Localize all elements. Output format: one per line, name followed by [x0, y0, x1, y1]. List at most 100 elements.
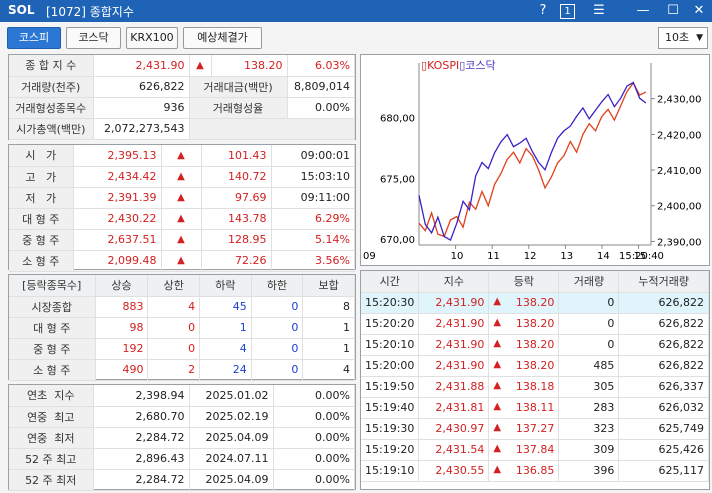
price-label: 저 가 [9, 187, 74, 209]
tick-row[interactable]: 15:20:00 2,431.90 ▲ 138.20 485 626,822 [361, 355, 709, 377]
price-label: 중 형 주 [9, 229, 74, 251]
tick-volume: 0 [558, 334, 620, 356]
price-extra: 6.29% [271, 208, 355, 230]
tick-row[interactable]: 15:20:20 2,431.90 ▲ 138.20 0 626,822 [361, 313, 709, 335]
tick-index: 2,431.88 [418, 376, 490, 398]
breadth-row: 중 형 주 192 0 4 0 1 [9, 338, 355, 360]
tick-row[interactable]: 15:20:10 2,431.90 ▲ 138.20 0 626,822 [361, 334, 709, 356]
toolbar: 코스피 코스닥 KRX100 예상체결가 10초 ▼ [0, 22, 712, 52]
price-change: 97.69 [201, 187, 272, 209]
summary-label: 종 합 지 수 [9, 55, 94, 77]
tick-time: 15:20:20 [361, 313, 420, 335]
traded-ratio: 0.00% [287, 97, 355, 119]
kosdaq-series-line [418, 81, 647, 242]
tick-change-cell: ▲ 137.84 [488, 439, 560, 461]
tick-change: 138.20 [515, 317, 555, 330]
downlimit-count: 0 [251, 359, 304, 381]
up-arrow-icon: ▲ [493, 296, 502, 307]
tick-volume: 396 [558, 460, 620, 482]
amount-value: 8,809,014 [287, 76, 355, 98]
tick-cum-volume: 625,117 [618, 460, 709, 482]
yearly-row: 연중 최고 2,680.70 2025.02.19 0.00% [9, 406, 355, 428]
up-count: 192 [95, 338, 149, 360]
price-change: 101.43 [201, 145, 272, 167]
interval-value: 10초 [665, 31, 690, 44]
downlimit-count: 0 [251, 338, 304, 360]
screen-number-icon[interactable]: 1 [560, 4, 575, 19]
tick-row[interactable]: 15:19:50 2,431.88 ▲ 138.18 305 626,337 [361, 376, 709, 398]
price-row: 중 형 주 2,637.51 ▲ 128.95 5.14% [9, 229, 355, 251]
tab-expected-price[interactable]: 예상체결가 [183, 27, 262, 49]
y-right-tick-label: 2,390,00 [657, 237, 702, 248]
tick-volume: 0 [558, 313, 620, 335]
help-icon[interactable]: ? [534, 2, 552, 20]
tick-cum-volume: 625,749 [618, 418, 709, 440]
tick-header-cell: 누적거래량 [618, 271, 709, 293]
market-cap: 2,072,273,543 [93, 118, 190, 140]
yearly-label: 52 주 최저 [9, 469, 94, 491]
price-label: 시 가 [9, 145, 74, 167]
up-arrow-icon: ▲ [161, 250, 202, 272]
yearly-pct: 0.00% [273, 406, 355, 428]
tick-header-cell: 지수 [418, 271, 490, 293]
price-extra: 15:03:10 [271, 166, 355, 188]
tick-change: 137.84 [515, 443, 555, 456]
up-count: 883 [95, 296, 149, 318]
down-count: 24 [199, 359, 252, 381]
tick-volume: 283 [558, 397, 620, 419]
tick-cum-volume: 626,032 [618, 397, 709, 419]
up-arrow-icon: ▲ [493, 317, 502, 328]
summary-label: 거래형성율 [189, 97, 288, 119]
y-left-tick-label: 675,00 [380, 174, 415, 185]
breadth-row: 소 형 주 490 2 24 0 4 [9, 359, 355, 381]
interval-select[interactable]: 10초 ▼ [658, 27, 708, 49]
tick-row[interactable]: 15:19:40 2,431.81 ▲ 138.11 283 626,032 [361, 397, 709, 419]
chart-plot: 09 10 11 12 13 14 1515:20:40680,00675,00670,00… [363, 63, 702, 262]
up-arrow-icon: ▲ [493, 380, 502, 391]
tick-volume: 309 [558, 439, 620, 461]
downlimit-count: 0 [251, 296, 304, 318]
yearly-value: 2,284.72 [93, 427, 190, 449]
window-title: [1072] 종합지수 [46, 5, 134, 19]
x-tick-label: 12 [524, 251, 537, 262]
volume-value: 626,822 [93, 76, 190, 98]
x-tick-label: 13 [560, 251, 573, 262]
yearly-date: 2024.07.11 [189, 448, 274, 470]
tick-index: 2,430.97 [418, 418, 490, 440]
breadth-row: 대 형 주 98 0 1 0 1 [9, 317, 355, 339]
breadth-header-cell: 상한 [147, 275, 201, 297]
downlimit-count: 0 [251, 317, 304, 339]
tick-row[interactable]: 15:19:20 2,431.54 ▲ 137.84 309 625,426 [361, 439, 709, 461]
up-arrow-icon: ▲ [161, 145, 202, 167]
breadth-label: 대 형 주 [9, 317, 96, 339]
tick-change-cell: ▲ 138.20 [488, 313, 560, 335]
tick-index: 2,431.90 [418, 334, 490, 356]
tick-row[interactable]: 15:20:30 2,431.90 ▲ 138.20 0 626,822 [361, 292, 709, 314]
tick-cum-volume: 626,822 [618, 355, 709, 377]
yearly-panel: 연초 지수 2,398.94 2025.01.02 0.00% 연중 최고 2,680.7… [8, 384, 356, 491]
uplimit-count: 0 [147, 317, 201, 339]
tab-kospi[interactable]: 코스피 [7, 27, 61, 49]
summary-label: 거래형성종목수 [9, 97, 94, 119]
menu-icon[interactable]: ☰ [590, 2, 608, 20]
price-label: 고 가 [9, 166, 74, 188]
minimize-icon[interactable]: — [634, 2, 652, 20]
tick-volume: 305 [558, 376, 620, 398]
breadth-header-cell: 상승 [95, 275, 149, 297]
close-icon[interactable]: ✕ [690, 2, 708, 20]
tick-change: 136.85 [515, 464, 555, 477]
tick-row[interactable]: 15:19:30 2,430.97 ▲ 137.27 323 625,749 [361, 418, 709, 440]
tick-row[interactable]: 15:19:10 2,430.55 ▲ 136.85 396 625,117 [361, 460, 709, 482]
x-tick-label: 09 [363, 251, 376, 262]
traded-count: 936 [93, 97, 190, 119]
tab-kosdaq[interactable]: 코스닥 [66, 27, 121, 49]
maximize-icon[interactable]: ☐ [664, 2, 682, 20]
intraday-chart: ▯KOSPI▯코스닥 09 10 11 12 13 14 15 15:20:40 680,00 6… [360, 54, 710, 266]
price-label: 소 형 주 [9, 250, 74, 272]
uplimit-count: 2 [147, 359, 201, 381]
composite-index: 2,431.90 [93, 55, 190, 77]
tab-krx100[interactable]: KRX100 [126, 27, 178, 49]
tick-volume: 323 [558, 418, 620, 440]
flat-count: 4 [302, 359, 355, 381]
flat-count: 8 [302, 296, 355, 318]
